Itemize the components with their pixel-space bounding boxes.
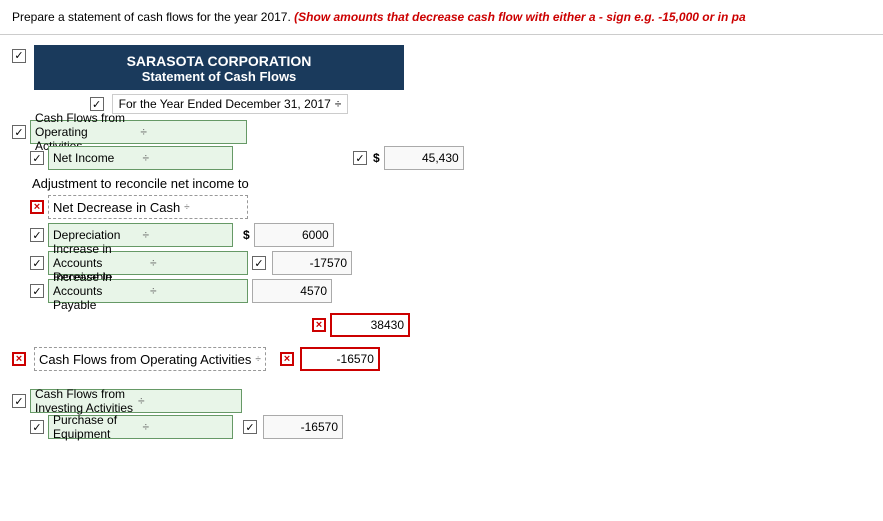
accounts-payable-row: Increase in Accounts Payable ÷ 4570 (30, 279, 871, 303)
depreciation-dropdown-arrow: ÷ (143, 228, 229, 242)
operating-total-dropdown[interactable]: Cash Flows from Operating Activities ÷ (34, 347, 266, 371)
year-checkbox[interactable] (90, 97, 104, 111)
operating-total-label: Cash Flows from Operating Activities (39, 352, 251, 367)
ar-value[interactable]: -17570 (272, 251, 352, 275)
operating-activities-row: Cash Flows from Operating Activities ÷ (12, 120, 871, 144)
pe-value-checkbox[interactable] (243, 420, 257, 434)
net-income-dropdown-arrow: ÷ (143, 151, 229, 165)
pe-dropdown-arrow: ÷ (143, 420, 229, 434)
operating-total-xmark[interactable]: × (12, 352, 26, 366)
net-decrease-row: × Net Decrease in Cash ÷ (30, 195, 871, 219)
ar-dropdown-arrow: ÷ (150, 256, 243, 270)
net-decrease-xmark[interactable]: × (30, 200, 44, 214)
ap-checkbox[interactable] (30, 284, 44, 298)
subtotal-row: × 38430 (312, 313, 871, 337)
depreciation-row: Depreciation ÷ $ 6000 (30, 223, 871, 247)
ap-dropdown-arrow: ÷ (150, 284, 243, 298)
pe-label: Purchase of Equipment (53, 413, 139, 441)
corp-name: SARASOTA CORPORATION (54, 53, 384, 69)
net-decrease-dropdown-arrow: ÷ (184, 202, 190, 213)
net-income-dropdown[interactable]: Net Income ÷ (48, 146, 233, 170)
year-label: For the Year Ended December 31, 2017 (119, 97, 331, 111)
pe-value[interactable]: -16570 (263, 415, 343, 439)
investing-activities-label: Cash Flows from Investing Activities (35, 387, 134, 415)
depreciation-value[interactable]: 6000 (254, 223, 334, 247)
depreciation-dollar: $ (243, 228, 250, 242)
operating-total-value[interactable]: -16570 (300, 347, 380, 371)
net-income-checkbox[interactable] (30, 151, 44, 165)
net-income-label: Net Income (53, 151, 139, 165)
net-decrease-label: Net Decrease in Cash (53, 200, 180, 215)
ar-value-checkbox[interactable] (252, 256, 266, 270)
investing-activities-dropdown[interactable]: Cash Flows from Investing Activities ÷ (30, 389, 242, 413)
net-income-value-checkbox[interactable] (353, 151, 367, 165)
operating-dropdown-arrow: ÷ (140, 125, 241, 139)
ap-label: Increase in Accounts Payable (53, 270, 146, 312)
instruction-bar: Prepare a statement of cash flows for th… (0, 0, 883, 35)
subtotal-value[interactable]: 38430 (330, 313, 410, 337)
investing-checkbox[interactable] (12, 394, 26, 408)
stmt-title: Statement of Cash Flows (54, 69, 384, 84)
accounts-receivable-row: Increase in Accounts Receivable ÷ -17570 (30, 251, 871, 275)
net-income-row: Net Income ÷ $ 45,430 (30, 146, 871, 170)
year-dropdown[interactable]: For the Year Ended December 31, 2017 ÷ (112, 94, 349, 114)
depreciation-label: Depreciation (53, 228, 139, 242)
depreciation-checkbox[interactable] (30, 228, 44, 242)
year-dropdown-arrow[interactable]: ÷ (335, 97, 342, 111)
operating-activities-dropdown[interactable]: Cash Flows from Operating Activities ÷ (30, 120, 247, 144)
subtotal-xmark[interactable]: × (312, 318, 326, 332)
pe-checkbox[interactable] (30, 420, 44, 434)
operating-checkbox[interactable] (12, 125, 26, 139)
ap-dropdown[interactable]: Increase in Accounts Payable ÷ (48, 279, 248, 303)
header-checkbox[interactable] (12, 49, 26, 63)
operating-total-row: × Cash Flows from Operating Activities ÷… (12, 347, 871, 371)
operating-total-value-xmark[interactable]: × (280, 352, 294, 366)
ap-value[interactable]: 4570 (252, 279, 332, 303)
header-box: SARASOTA CORPORATION Statement of Cash F… (34, 45, 404, 90)
operating-total-arrow: ÷ (255, 354, 261, 365)
pe-dropdown[interactable]: Purchase of Equipment ÷ (48, 415, 233, 439)
net-income-value[interactable]: 45,430 (384, 146, 464, 170)
purchase-equipment-row: Purchase of Equipment ÷ -16570 (30, 415, 871, 439)
net-decrease-dropdown[interactable]: Net Decrease in Cash ÷ (48, 195, 248, 219)
instruction-highlight: (Show amounts that decrease cash flow wi… (294, 10, 745, 24)
investing-dropdown-arrow: ÷ (138, 394, 237, 408)
net-income-dollar: $ (373, 151, 380, 165)
investing-activities-row: Cash Flows from Investing Activities ÷ (12, 389, 871, 413)
adjustment-label: Adjustment to reconcile net income to (32, 176, 871, 191)
ar-checkbox[interactable] (30, 256, 44, 270)
instruction-text: Prepare a statement of cash flows for th… (12, 10, 291, 24)
